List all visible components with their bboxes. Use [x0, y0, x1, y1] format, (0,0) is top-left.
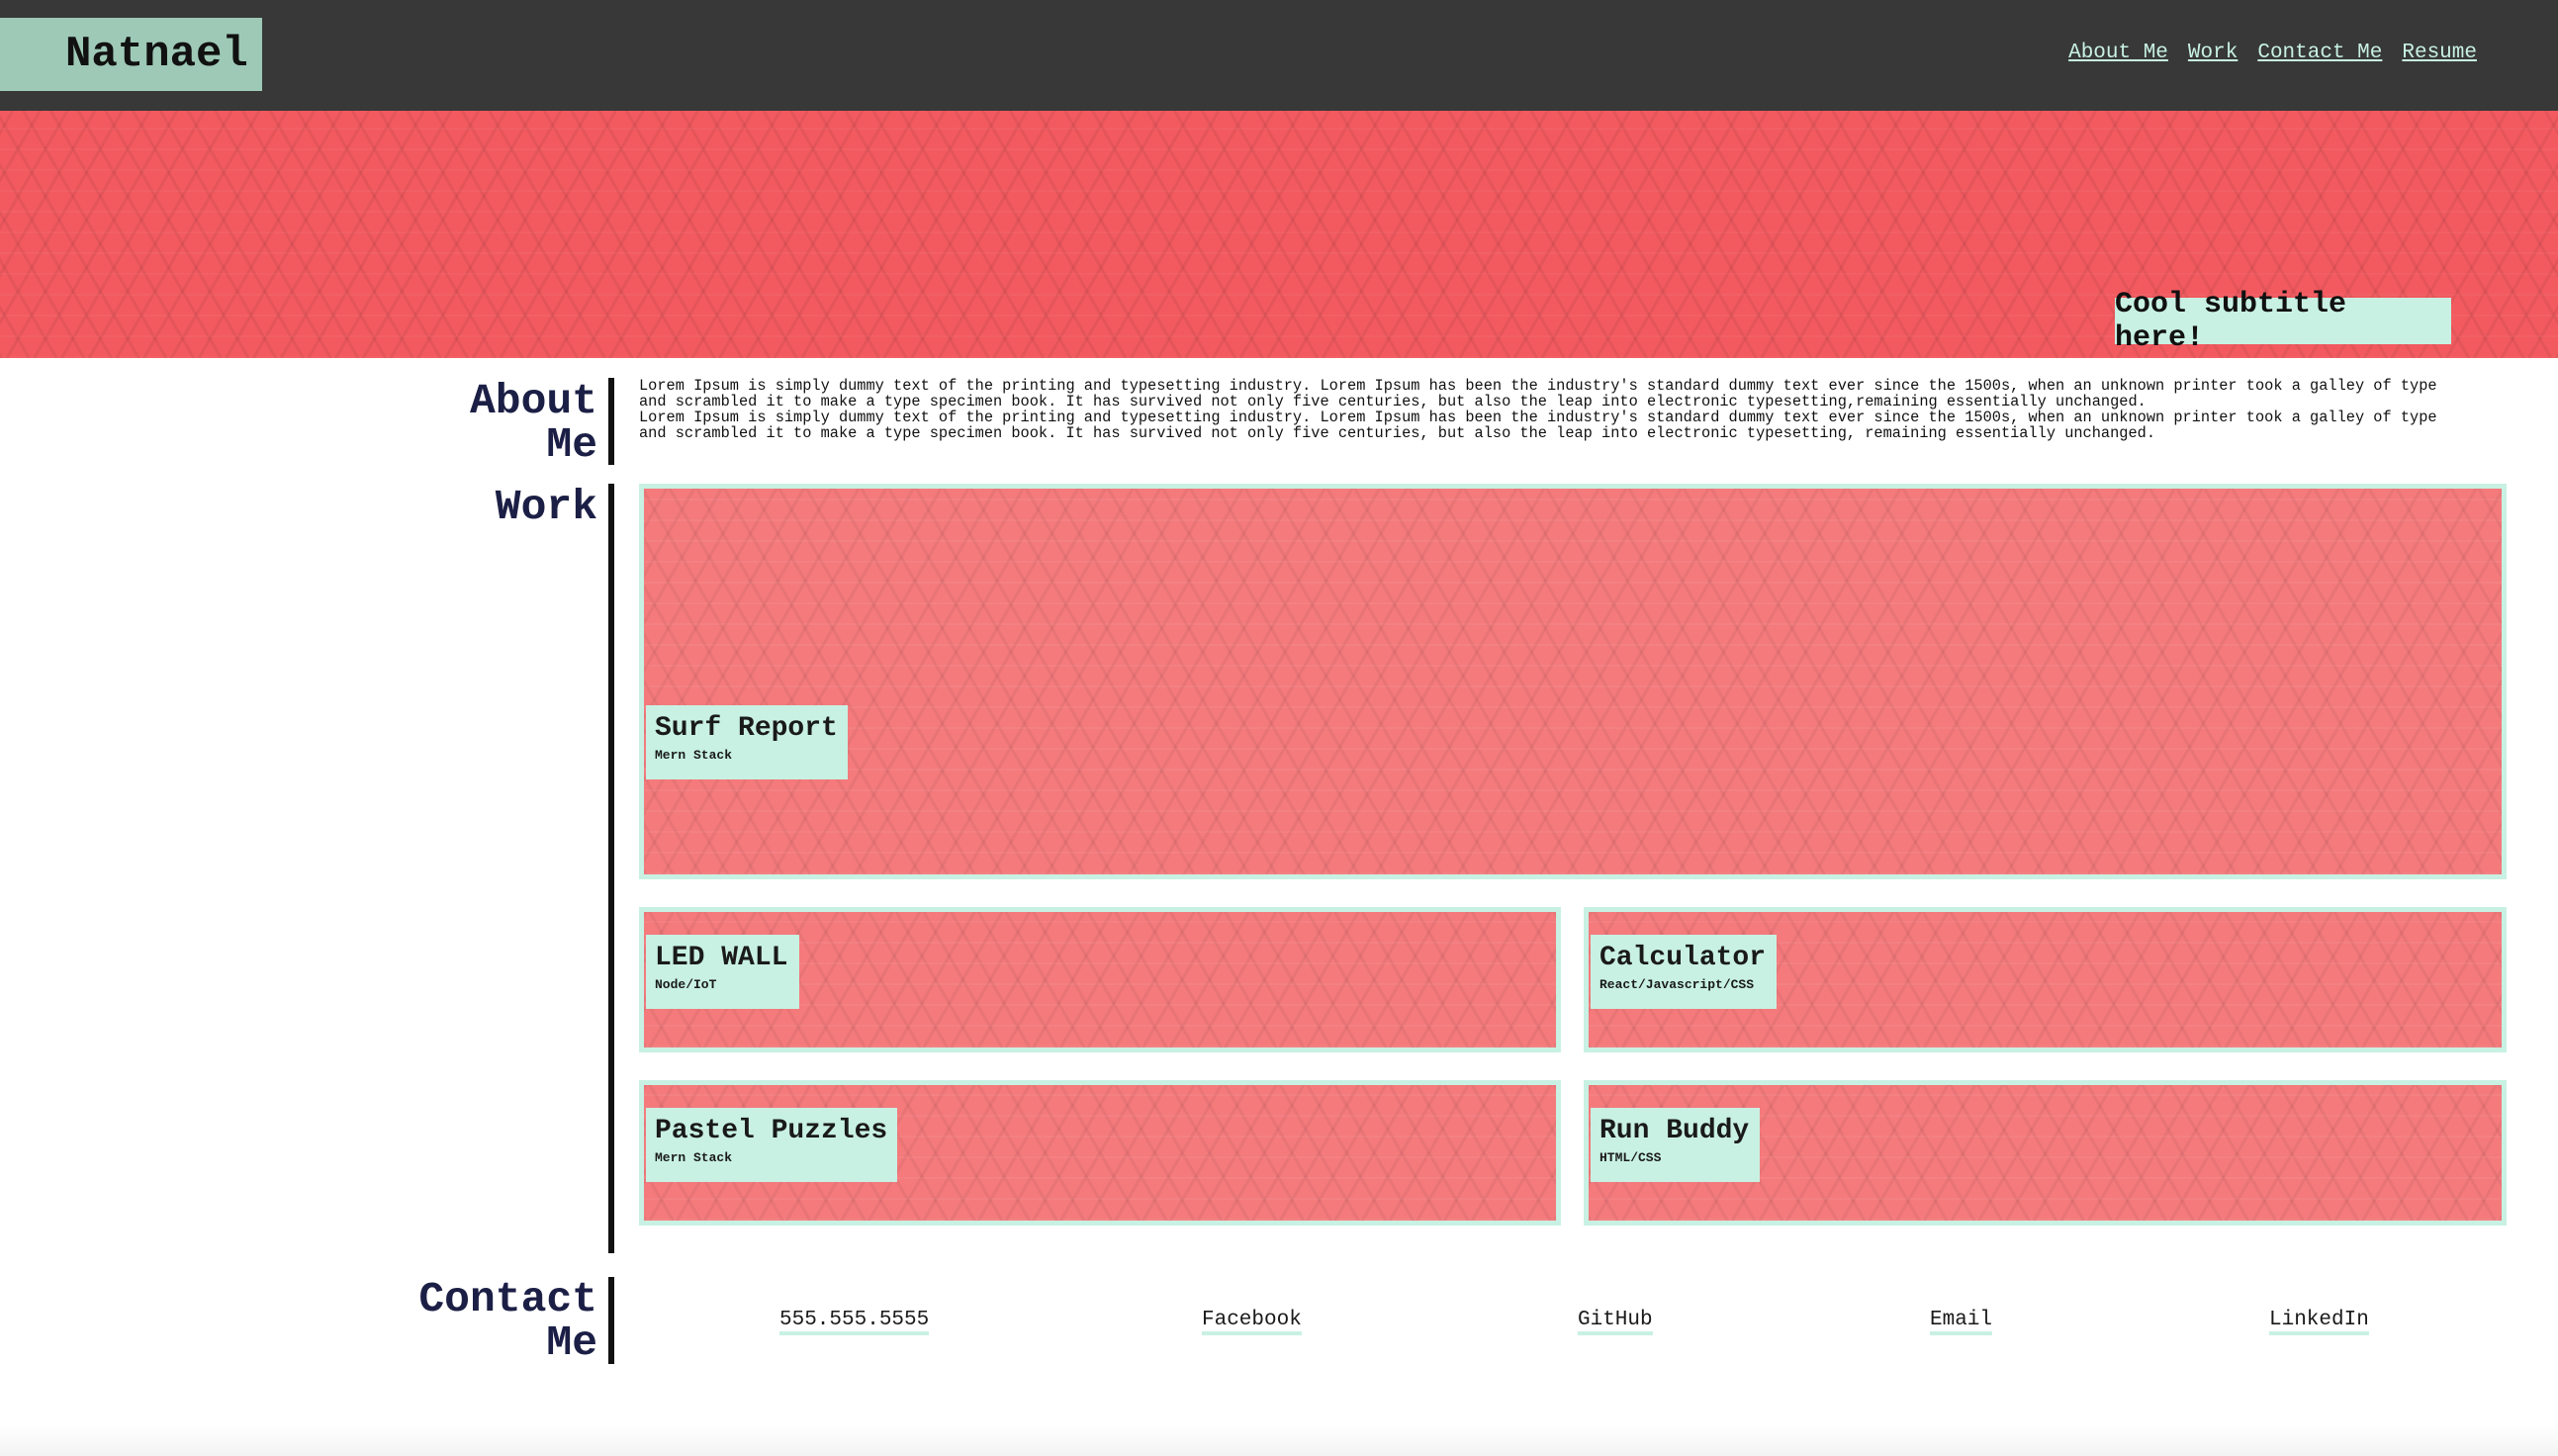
brand-name: Natnael — [65, 30, 248, 79]
project-card-pastel-puzzles[interactable]: Pastel Puzzles Mern Stack — [639, 1080, 1561, 1226]
contact-github-link[interactable]: GitHub — [1578, 1309, 1653, 1335]
project-label: LED WALL Node/IoT — [646, 935, 799, 1009]
project-card-run-buddy[interactable]: Run Buddy HTML/CSS — [1584, 1080, 2507, 1226]
nav-link-work[interactable]: Work — [2188, 42, 2238, 64]
project-title: LED WALL — [655, 943, 788, 973]
about-paragraph: Lorem Ipsum is simply dummy text of the … — [639, 409, 2437, 442]
project-label: Run Buddy HTML/CSS — [1591, 1108, 1760, 1182]
project-card-led-wall[interactable]: LED WALL Node/IoT — [639, 907, 1561, 1052]
project-stack: HTML/CSS — [1599, 1150, 1662, 1165]
project-label: Calculator React/Javascript/CSS — [1591, 935, 1777, 1009]
project-label: Pastel Puzzles Mern Stack — [646, 1108, 897, 1182]
project-title: Surf Report — [655, 713, 838, 744]
project-title: Run Buddy — [1599, 1116, 1750, 1146]
work-divider — [608, 484, 614, 1253]
hero-subtitle: Cool subtitle here! — [2115, 288, 2451, 355]
project-card-calculator[interactable]: Calculator React/Javascript/CSS — [1584, 907, 2507, 1052]
brand-logo[interactable]: Natnael — [0, 18, 262, 91]
about-heading-line1: About — [469, 377, 597, 425]
about-heading-line2: Me — [546, 420, 597, 469]
contact-email-link[interactable]: Email — [1930, 1309, 1993, 1335]
contact-heading-line1: Contact — [418, 1275, 597, 1323]
top-header: Natnael About Me Work Contact Me Resume — [0, 0, 2558, 111]
contact-linkedin-link[interactable]: LinkedIn — [2269, 1309, 2369, 1335]
contact-heading: Contact Me — [336, 1278, 597, 1365]
about-divider — [608, 378, 614, 465]
project-stack: Node/IoT — [655, 977, 717, 992]
project-title: Pastel Puzzles — [655, 1116, 888, 1146]
nav-link-resume[interactable]: Resume — [2402, 42, 2477, 64]
footer-shadow — [0, 1424, 2558, 1456]
contact-divider — [608, 1277, 614, 1364]
project-title: Calculator — [1599, 943, 1767, 973]
contact-facebook-link[interactable]: Facebook — [1202, 1309, 1302, 1335]
project-label: Surf Report Mern Stack — [646, 705, 848, 779]
main-nav: About Me Work Contact Me Resume — [2068, 42, 2477, 64]
about-paragraph: Lorem Ipsum is simply dummy text of the … — [639, 377, 2437, 410]
project-stack: Mern Stack — [655, 1150, 733, 1165]
project-stack: Mern Stack — [655, 748, 733, 763]
nav-link-contact-me[interactable]: Contact Me — [2257, 42, 2382, 64]
project-card-surf-report[interactable]: Surf Report Mern Stack — [639, 484, 2507, 879]
nav-link-about-me[interactable]: About Me — [2068, 42, 2168, 64]
contact-phone-link[interactable]: 555.555.5555 — [779, 1309, 930, 1335]
work-heading: Work — [495, 483, 597, 531]
contact-heading-line2: Me — [546, 1319, 597, 1367]
about-heading: About Me — [376, 380, 597, 467]
about-text: Lorem Ipsum is simply dummy text of the … — [639, 378, 2439, 441]
project-stack: React/Javascript/CSS — [1599, 977, 1755, 992]
